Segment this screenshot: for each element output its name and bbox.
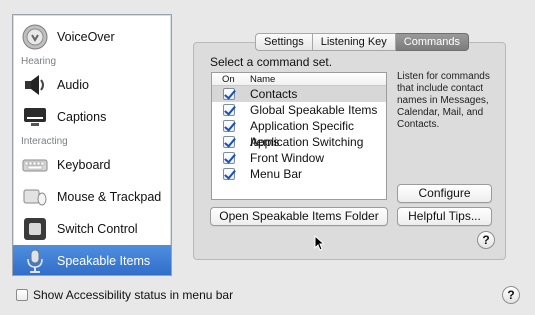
- pane-help-button[interactable]: ?: [477, 231, 495, 249]
- sidebar-item-label: Captions: [57, 110, 107, 124]
- helpful-tips-button[interactable]: Helpful Tips...: [397, 207, 492, 226]
- enable-checkbox[interactable]: [223, 152, 235, 164]
- command-set-description: Listen for commands that include contact…: [397, 71, 490, 130]
- voiceover-icon: [21, 23, 49, 51]
- sidebar-item-mouse-trackpad[interactable]: Mouse & Trackpad: [13, 181, 171, 213]
- list-item-label: Global Speakable Items: [250, 103, 378, 117]
- configure-button[interactable]: Configure: [397, 184, 492, 203]
- sidebar-item-switch-control[interactable]: Switch Control: [13, 213, 171, 245]
- pointer-cursor-icon: [314, 234, 326, 254]
- sidebar-item-captions[interactable]: Captions: [13, 101, 171, 133]
- enable-checkbox[interactable]: [223, 136, 235, 148]
- list-item-label: Menu Bar: [250, 167, 303, 181]
- mouse-icon: [21, 183, 49, 211]
- sidebar-item-label: Switch Control: [57, 222, 138, 236]
- command-set-list[interactable]: On Name Contacts Global Speakable Items …: [211, 72, 387, 200]
- tab-bar: Settings Listening Key Commands: [255, 33, 470, 51]
- column-header-name[interactable]: Name: [250, 73, 275, 86]
- list-item[interactable]: Application Switching: [212, 134, 386, 150]
- sidebar-item-label: Audio: [57, 78, 89, 92]
- list-item[interactable]: Front Window: [212, 150, 386, 166]
- sidebar-item-label: Mouse & Trackpad: [57, 190, 162, 204]
- tab-commands[interactable]: Commands: [395, 33, 470, 51]
- sidebar-header-interacting: Interacting: [21, 136, 68, 147]
- category-sidebar: VoiceOver Hearing Audio Captions Interac…: [12, 14, 172, 276]
- microphone-icon: [21, 247, 49, 275]
- sidebar-item-label: Speakable Items: [57, 254, 151, 268]
- enable-checkbox[interactable]: [223, 104, 235, 116]
- list-item[interactable]: Menu Bar: [212, 166, 386, 182]
- sidebar-item-audio[interactable]: Audio: [13, 69, 171, 101]
- show-status-checkbox[interactable]: [16, 289, 28, 301]
- tab-listening-key[interactable]: Listening Key: [312, 33, 396, 51]
- window-help-button[interactable]: ?: [502, 286, 520, 304]
- sidebar-item-keyboard[interactable]: Keyboard: [13, 149, 171, 181]
- enable-checkbox[interactable]: [223, 120, 235, 132]
- open-speakable-items-folder-button[interactable]: Open Speakable Items Folder: [210, 207, 388, 226]
- keyboard-icon: [21, 151, 49, 179]
- enable-checkbox[interactable]: [223, 168, 235, 180]
- sidebar-item-speakable-items[interactable]: Speakable Items: [13, 245, 171, 275]
- list-item[interactable]: Contacts: [212, 86, 386, 102]
- captions-icon: [21, 103, 49, 131]
- sidebar-item-label: VoiceOver: [57, 30, 115, 44]
- list-item[interactable]: Global Speakable Items: [212, 102, 386, 118]
- sidebar-item-label: Keyboard: [57, 158, 111, 172]
- speaker-icon: [21, 71, 49, 99]
- tab-settings[interactable]: Settings: [255, 33, 313, 51]
- list-header: On Name: [212, 73, 386, 86]
- list-item-label: Front Window: [250, 151, 325, 165]
- enable-checkbox[interactable]: [223, 88, 235, 100]
- list-item[interactable]: Application Specific Items: [212, 118, 386, 149]
- list-item-label: Application Switching: [250, 135, 364, 149]
- sidebar-item-voiceover[interactable]: VoiceOver: [13, 21, 171, 53]
- show-status-label[interactable]: Show Accessibility status in menu bar: [33, 288, 233, 302]
- command-set-prompt: Select a command set.: [210, 55, 333, 69]
- switch-control-icon: [21, 215, 49, 243]
- column-header-on[interactable]: On: [222, 73, 235, 86]
- sidebar-header-hearing: Hearing: [21, 56, 57, 67]
- list-item-label: Contacts: [250, 87, 298, 101]
